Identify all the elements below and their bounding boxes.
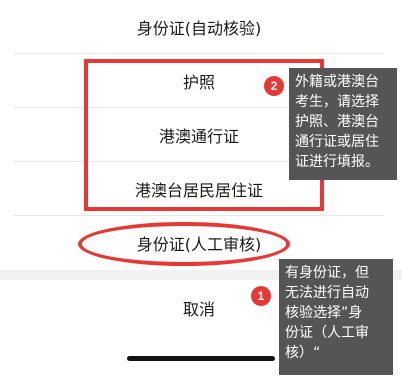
option-id-card-auto[interactable]: 身份证(自动核验): [14, 0, 384, 53]
highlight-ellipse: [78, 222, 290, 266]
tip-line: 护照、港澳台: [295, 114, 379, 130]
tip-line: 有身份证，但: [285, 265, 369, 281]
tip-line: 无法进行自动: [285, 285, 369, 301]
screen: 身份证(自动核验) 护照 港澳通行证 港澳台居民居住证 身份证(人工审核) 取消…: [0, 0, 402, 381]
tip-line: 考生，请选择: [295, 94, 379, 110]
step-badge-2: 2: [264, 76, 284, 96]
tip-line: 外籍或港澳台: [295, 74, 379, 90]
tip-line: 核验选择”身: [285, 305, 363, 321]
tip-line: 核）“: [285, 345, 321, 361]
tip-line: 证进行填报。: [295, 154, 379, 170]
tip-line: 通行证或居住: [295, 134, 379, 150]
tip-foreign-students: 外籍或港澳台 考生，请选择 护照、港澳台 通行证或居住 证进行填报。: [289, 68, 397, 180]
home-indicator: [127, 356, 275, 361]
tip-manual-review: 有身份证，但 无法进行自动 核验选择”身 份证（人工审 核）“: [279, 259, 393, 375]
highlight-rectangle: [84, 59, 324, 211]
tip-line: 份证（人工审: [285, 325, 369, 341]
step-badge-1: 1: [251, 286, 271, 306]
